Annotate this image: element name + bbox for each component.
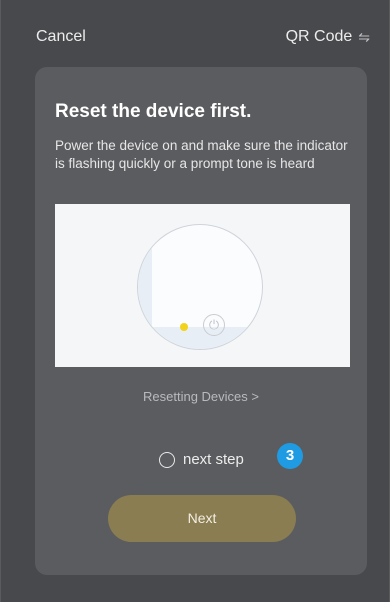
qr-code-button[interactable]: QR Code ⇋: [286, 28, 370, 46]
resetting-devices-link[interactable]: Resetting Devices >: [35, 389, 367, 404]
indicator-light-icon: [180, 323, 188, 331]
top-bar: Cancel QR Code ⇋: [0, 0, 390, 70]
next-step-checkbox[interactable]: next step: [159, 451, 244, 468]
next-button[interactable]: Next: [108, 495, 296, 542]
cancel-button[interactable]: Cancel: [36, 28, 86, 46]
instruction-text: Power the device on and make sure the in…: [55, 138, 348, 171]
switch-icon: ⇋: [358, 28, 370, 45]
magnifier-circle: ⏻: [137, 224, 263, 350]
device-illustration: ⏻: [55, 204, 350, 367]
next-step-label: next step: [183, 451, 244, 468]
instruction-card: Reset the device first. Power the device…: [35, 67, 367, 575]
page-title: Reset the device first.: [55, 101, 252, 122]
radio-circle-icon[interactable]: [159, 451, 175, 468]
qr-code-label: QR Code: [285, 28, 353, 45]
device-base: [138, 327, 262, 349]
power-icon: ⏻: [203, 314, 225, 336]
step-number-badge: 3: [277, 443, 303, 469]
